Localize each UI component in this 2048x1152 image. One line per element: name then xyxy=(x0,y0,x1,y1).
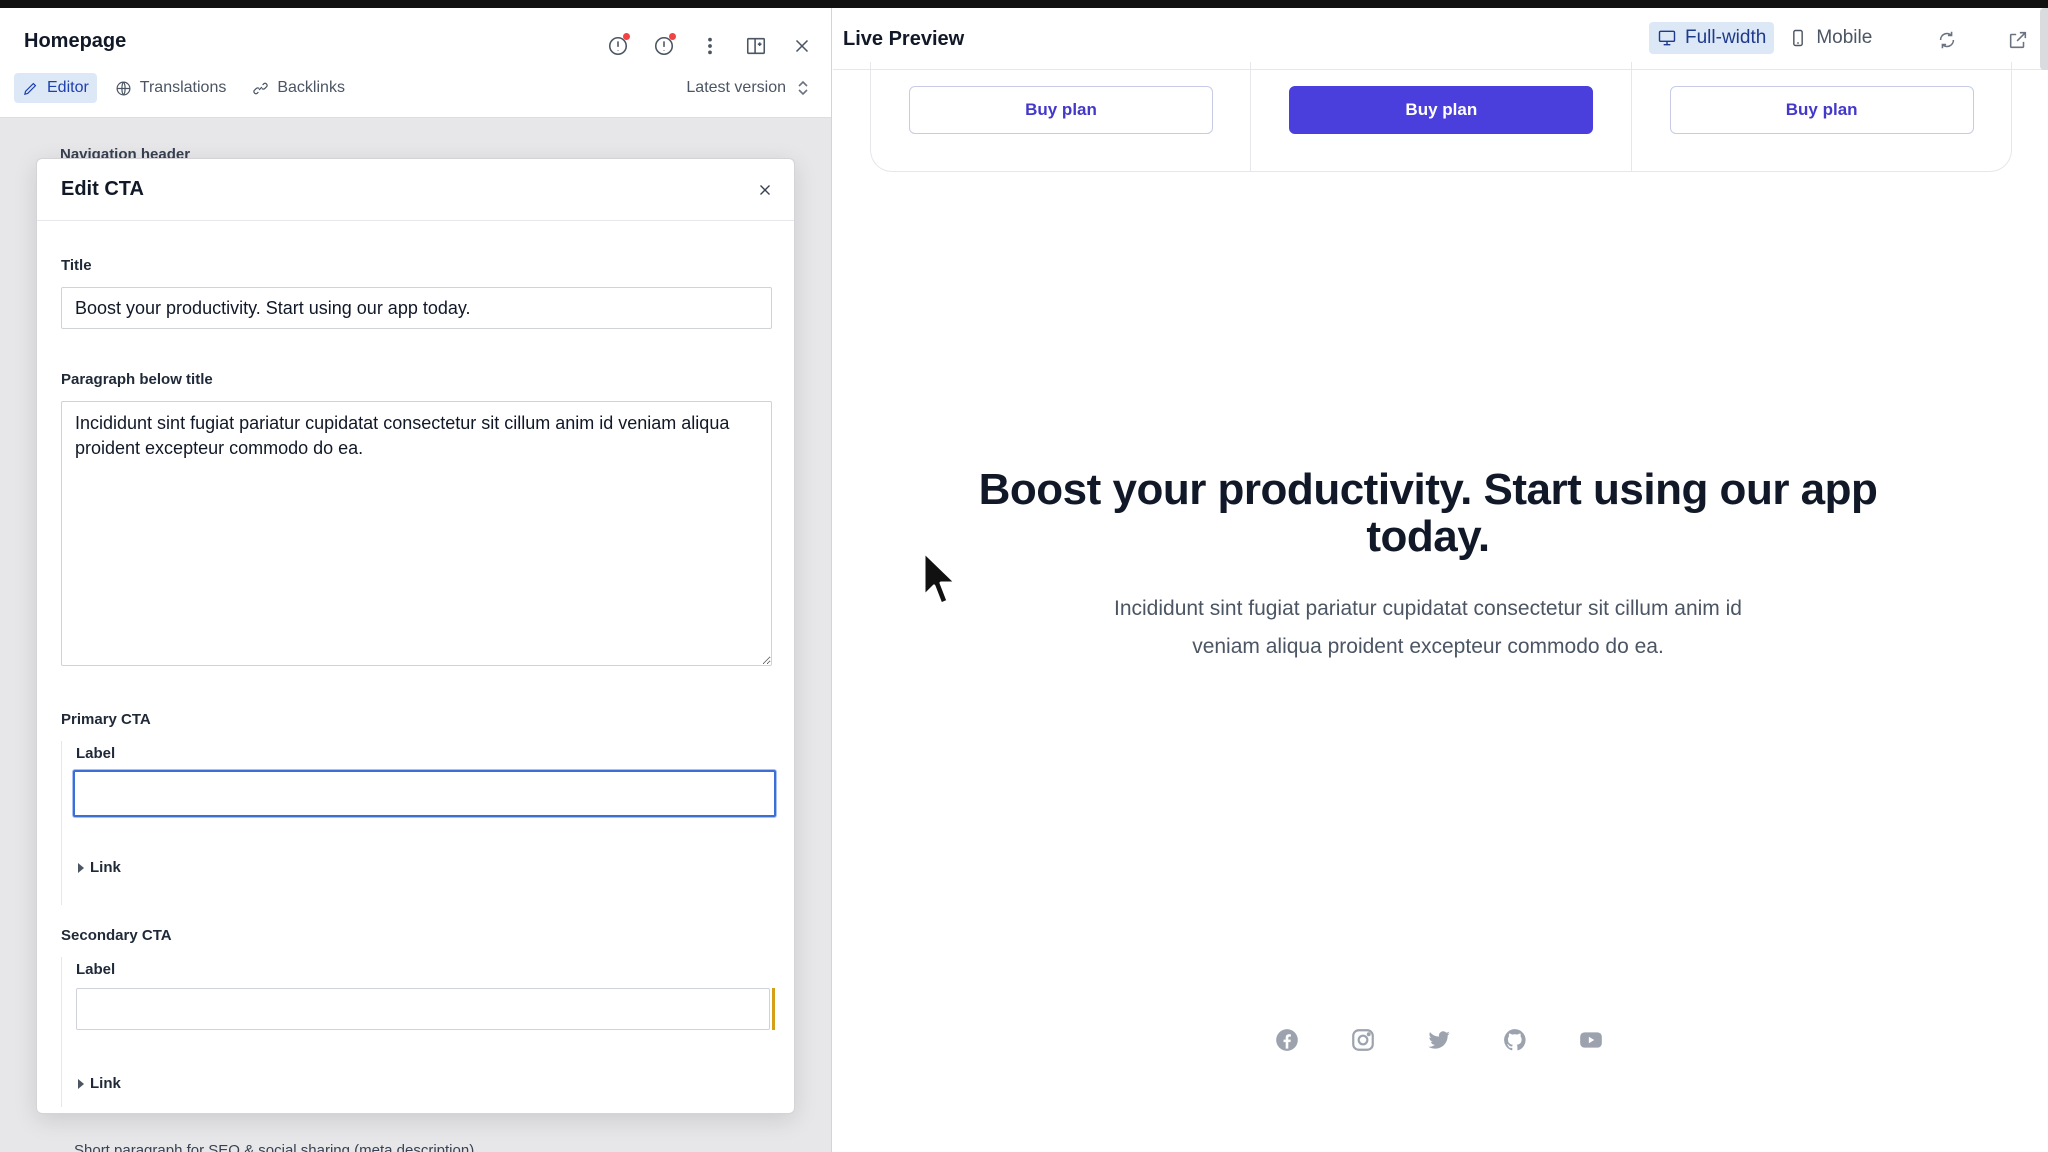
instagram-icon xyxy=(1352,1029,1374,1051)
close-pane-button[interactable] xyxy=(784,28,820,64)
notification-dot xyxy=(623,33,630,40)
view-mode-toggle: Full-width Mobile xyxy=(1649,22,1880,54)
primary-cta-label-title: Label xyxy=(76,745,116,762)
refresh-icon xyxy=(1939,31,1955,49)
more-options-button[interactable] xyxy=(692,28,728,64)
link-icon xyxy=(253,82,269,94)
tab-translations[interactable]: Translations xyxy=(107,73,235,103)
tab-editor[interactable]: Editor xyxy=(14,73,97,103)
chevron-up-down-icon xyxy=(798,80,808,96)
open-external-button[interactable] xyxy=(2003,25,2033,55)
version-selector[interactable]: Latest version xyxy=(686,79,810,97)
link-toggle-label: Link xyxy=(90,859,121,876)
desktop-icon xyxy=(1658,30,1676,46)
buy-plan-button[interactable]: Buy plan xyxy=(1669,86,1974,134)
secondary-cta-group-line xyxy=(61,957,62,1107)
title-input[interactable] xyxy=(61,287,772,329)
primary-cta-group-line xyxy=(61,741,62,905)
dialog-header: Edit CTA xyxy=(37,159,794,221)
pricing-cards: Buy plan Buy plan Buy plan xyxy=(870,62,2012,172)
pricing-card: Buy plan xyxy=(871,62,1252,171)
secondary-cta-link-toggle[interactable]: Link xyxy=(78,1075,121,1092)
caret-right-icon xyxy=(78,862,84,873)
buy-plan-button[interactable]: Buy plan xyxy=(909,86,1213,134)
cta-heading: Boost your productivity. Start using our… xyxy=(978,465,1878,561)
primary-cta-label-input[interactable] xyxy=(73,770,776,817)
paragraph-textarea[interactable]: Incididunt sint fugiat pariatur cupidata… xyxy=(61,401,772,666)
preview-header: Live Preview Full-width Mobile xyxy=(833,8,2048,70)
buy-plan-button[interactable]: Buy plan xyxy=(1289,86,1594,134)
twitter-icon xyxy=(1428,1031,1450,1049)
validation-status-button[interactable] xyxy=(646,28,682,64)
split-pane-button[interactable] xyxy=(738,28,774,64)
globe-icon xyxy=(116,81,131,95)
edit-cta-dialog: Edit CTA Title Paragraph below title Inc… xyxy=(36,158,795,1114)
caret-right-icon xyxy=(78,1078,84,1089)
refresh-preview-button[interactable] xyxy=(1932,25,1962,55)
youtube-icon xyxy=(1580,1032,1602,1048)
link-toggle-label: Link xyxy=(90,1075,121,1092)
preview-title: Live Preview xyxy=(843,28,965,50)
social-links xyxy=(1274,1027,1604,1053)
tab-label: Editor xyxy=(47,79,89,96)
mobile-icon xyxy=(1793,29,1804,47)
section-label-meta-description: Short paragraph for SEO & social sharing… xyxy=(74,1142,475,1152)
facebook-link[interactable] xyxy=(1274,1027,1300,1053)
pricing-card: Buy plan xyxy=(1251,62,1632,171)
tab-label: Translations xyxy=(139,79,227,96)
pencil-icon xyxy=(24,82,37,95)
full-width-view-button[interactable]: Full-width xyxy=(1649,22,1775,54)
secondary-cta-label-title: Label xyxy=(76,961,116,978)
github-link[interactable] xyxy=(1502,1027,1528,1053)
mobile-view-button[interactable]: Mobile xyxy=(1780,22,1880,54)
field-indicator-bar xyxy=(772,988,775,1030)
kebab-menu-icon xyxy=(708,37,712,55)
instagram-link[interactable] xyxy=(1350,1027,1376,1053)
close-icon xyxy=(760,185,770,195)
github-icon xyxy=(1504,1029,1526,1051)
split-view-icon xyxy=(746,37,766,55)
facebook-icon xyxy=(1276,1029,1298,1051)
view-mode-label: Full-width xyxy=(1685,27,1767,48)
notification-dot xyxy=(669,33,676,40)
mouse-cursor-icon xyxy=(922,550,958,606)
dialog-title: Edit CTA xyxy=(61,178,144,200)
editor-tabs: Editor Translations Backlinks xyxy=(14,73,353,103)
version-label: Latest version xyxy=(686,79,786,96)
primary-cta-link-toggle[interactable]: Link xyxy=(78,859,121,876)
scrollbar[interactable] xyxy=(2040,8,2048,70)
paragraph-field-label: Paragraph below title xyxy=(61,371,213,388)
dialog-close-button[interactable] xyxy=(752,177,778,203)
secondary-cta-heading: Secondary CTA xyxy=(61,927,172,944)
twitter-link[interactable] xyxy=(1426,1027,1452,1053)
document-title: Homepage xyxy=(24,30,127,52)
editor-header: Homepage Editor Translations Backlinks L… xyxy=(0,8,831,118)
warning-status-button[interactable] xyxy=(600,28,636,64)
external-link-icon xyxy=(2009,31,2027,49)
cta-paragraph: Incididunt sint fugiat pariatur cupidata… xyxy=(1114,597,1742,658)
header-actions xyxy=(600,28,820,64)
secondary-cta-label-input[interactable] xyxy=(76,988,770,1030)
youtube-link[interactable] xyxy=(1578,1027,1604,1053)
live-preview-panel: Live Preview Full-width Mobile Buy plan … xyxy=(833,8,2048,1152)
primary-cta-heading: Primary CTA xyxy=(61,711,151,728)
tab-label: Backlinks xyxy=(277,79,345,96)
window-top-bar xyxy=(0,0,2048,8)
title-field-label: Title xyxy=(61,257,92,274)
tab-backlinks[interactable]: Backlinks xyxy=(244,73,353,103)
view-mode-label: Mobile xyxy=(1816,27,1873,48)
close-icon xyxy=(795,39,809,53)
pricing-card: Buy plan xyxy=(1632,62,2011,171)
editor-panel: Homepage Editor Translations Backlinks L… xyxy=(0,8,832,1152)
